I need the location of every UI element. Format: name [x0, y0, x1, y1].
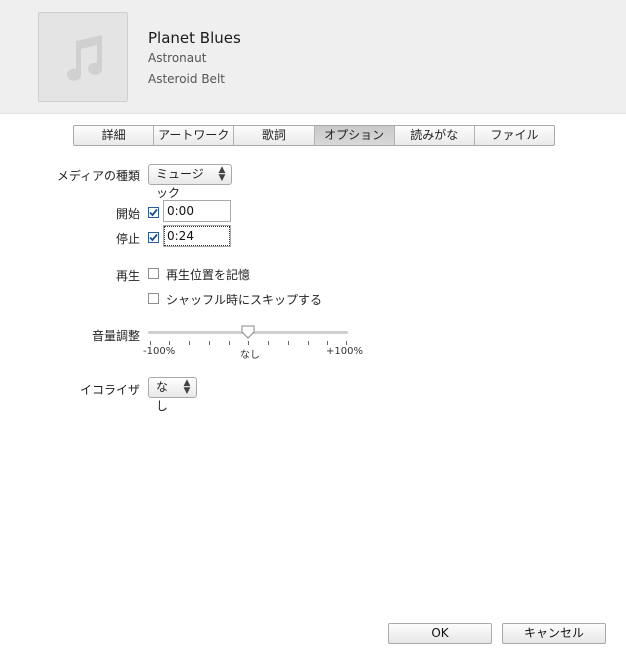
stop-checkbox[interactable] [148, 232, 159, 243]
cancel-button[interactable]: キャンセル [502, 623, 606, 644]
tab-details[interactable]: 詳細 [74, 126, 155, 145]
track-title: Planet Blues [148, 29, 241, 47]
checkmark-icon [149, 208, 158, 217]
tab-lyrics[interactable]: 歌詞 [234, 126, 315, 145]
checkmark-icon [149, 233, 158, 242]
volume-label: 音量調整 [91, 329, 140, 343]
equalizer-select[interactable]: なし ▲ ▼ [148, 377, 197, 413]
tab-bar: 詳細 アートワーク 歌詞 オプション 読みがな ファイル [73, 125, 555, 146]
ok-button[interactable]: OK [388, 623, 492, 644]
remember-position-checkbox[interactable] [148, 268, 159, 279]
volume-slider-thumb[interactable] [241, 325, 255, 339]
volume-mid-label: なし [240, 350, 260, 361]
volume-tick [150, 341, 151, 345]
skip-shuffle-checkbox[interactable] [148, 293, 159, 304]
volume-tick [189, 341, 190, 345]
start-time-field[interactable]: 0:00 [163, 200, 231, 222]
media-kind-label: メディアの種類 [56, 169, 140, 183]
skip-shuffle-label: シャッフル時にスキップする [166, 293, 323, 307]
song-info-dialog: Planet Blues Astronaut Asteroid Belt 詳細 … [0, 0, 626, 664]
album-artwork [38, 12, 128, 102]
stop-time-field[interactable]: 0:24 [163, 225, 231, 247]
volume-max-label: +100% [326, 346, 363, 357]
volume-min-label: -100% [143, 346, 176, 357]
media-kind-select[interactable]: ミュージック ▲ ▼ [148, 164, 232, 200]
media-kind-value: ミュージック [156, 167, 204, 200]
volume-tick [288, 341, 289, 345]
tab-file[interactable]: ファイル [475, 126, 554, 145]
volume-tick [248, 341, 249, 345]
remember-position-label: 再生位置を記憶 [166, 268, 251, 282]
volume-tick [346, 341, 347, 345]
music-note-icon [67, 35, 102, 81]
track-album: Asteroid Belt [148, 72, 225, 86]
track-header: Planet Blues Astronaut Asteroid Belt [0, 0, 626, 114]
updown-arrows-icon: ▲ ▼ [218, 165, 226, 183]
volume-tick [308, 341, 309, 345]
start-checkbox[interactable] [148, 207, 159, 218]
volume-tick [209, 341, 210, 345]
equalizer-value: なし [156, 380, 169, 413]
volume-tick [327, 341, 328, 345]
start-label: 開始 [115, 207, 140, 221]
volume-tick [268, 341, 269, 345]
volume-tick [229, 341, 230, 345]
tab-artwork[interactable]: アートワーク [154, 126, 235, 145]
updown-arrows-icon: ▲ ▼ [183, 378, 191, 396]
tab-options[interactable]: オプション [314, 126, 395, 145]
track-artist: Astronaut [148, 51, 207, 65]
tab-sorting[interactable]: 読みがな [395, 126, 475, 145]
equalizer-label: イコライザ [79, 383, 140, 397]
stop-label: 停止 [115, 232, 140, 246]
playback-label: 再生 [115, 269, 140, 283]
volume-tick [169, 341, 170, 345]
